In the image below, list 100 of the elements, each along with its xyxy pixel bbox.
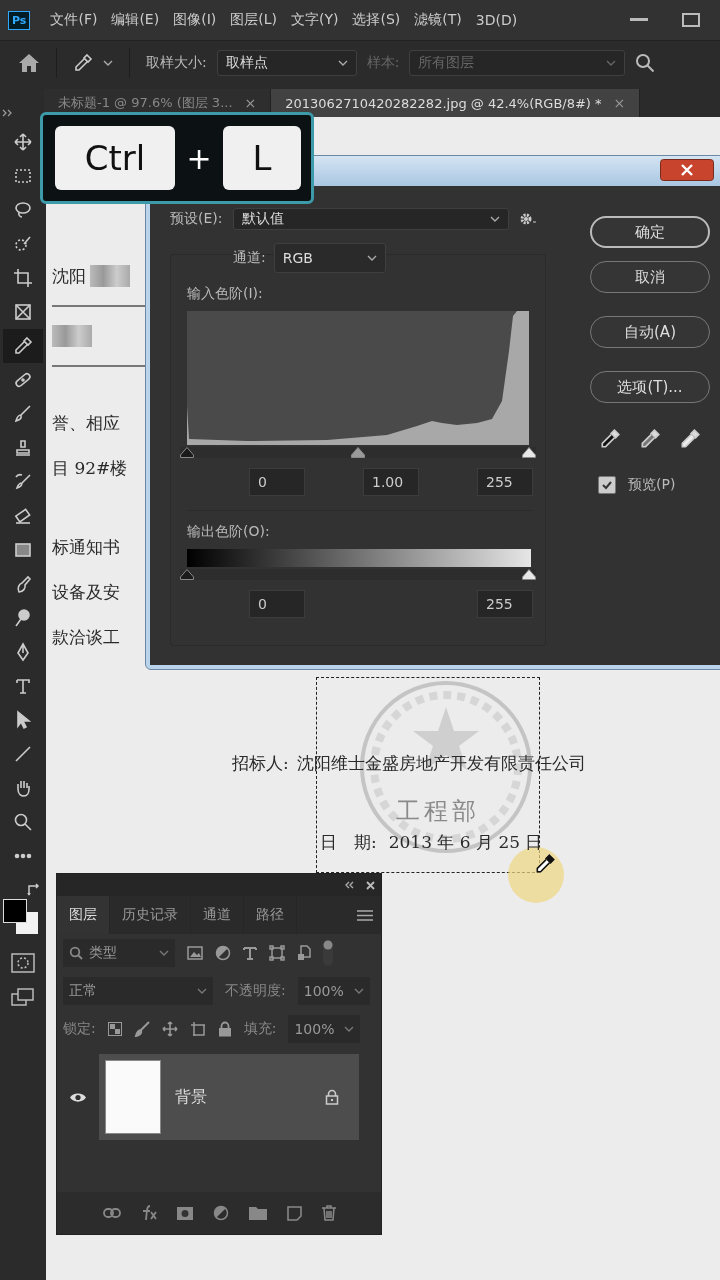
input-level-field[interactable]: 0 [249,468,305,496]
preview-checkbox[interactable] [598,476,616,494]
search-icon[interactable] [635,53,656,73]
smart-object-filter-icon[interactable] [297,945,311,961]
adjustment-icon[interactable] [212,1205,229,1221]
eye-icon[interactable] [69,1091,87,1103]
document-text: 沈阳 [52,264,86,288]
output-levels-label: 输出色阶(O): [187,523,271,541]
preset-label: 预设(E): [170,210,223,228]
date-value: 2013 年 6 月 25 日 [388,831,543,854]
menu-item[interactable]: 图层(L) [230,11,277,29]
eyedropper-icon[interactable] [599,428,621,450]
type-filter-icon[interactable] [243,946,257,960]
quick-mask-icon[interactable] [11,953,35,973]
checkmark-icon [601,479,613,491]
collapse-icon[interactable] [2,109,14,117]
shape-filter-icon[interactable] [269,945,285,961]
caret-icon[interactable] [103,60,113,66]
dialog-button[interactable]: 自动(A) [590,316,710,348]
collapse-icon[interactable] [344,881,354,889]
caret-icon [353,988,364,994]
brush-lock-icon[interactable] [133,1021,150,1037]
layer-row[interactable]: 背景 [99,1054,359,1140]
input-level-field[interactable]: 255 [477,468,533,496]
output-level-field[interactable]: 255 [477,590,533,618]
eyedropper-icon[interactable] [73,53,93,73]
eyedropper-icon[interactable] [639,428,661,450]
checker-lock-icon[interactable] [107,1022,122,1036]
slider-handle[interactable] [180,447,194,458]
close-icon[interactable] [366,880,375,890]
opacity-label: 不透明度: [225,982,286,1000]
panel-tab[interactable]: 路径 [244,896,297,934]
move-lock-icon[interactable] [161,1021,178,1037]
input-levels-label: 输入色阶(I): [187,285,264,303]
menu-item[interactable]: 选择(S) [352,11,401,29]
slider-handle[interactable] [522,447,536,458]
preset-select[interactable]: 默认值 [232,208,509,230]
output-level-field[interactable]: 0 [249,590,305,618]
caret-icon [489,216,500,222]
folder-icon[interactable] [248,1206,267,1220]
menu-item[interactable]: 3D(D) [475,12,518,28]
caret-icon [606,60,617,66]
filter-toggle-icon[interactable] [323,940,333,966]
panel-tab[interactable]: 图层 [57,896,110,934]
redaction-block [90,265,130,287]
dialog-button[interactable]: 确定 [590,216,710,248]
signer-label: 招标人: [232,752,289,775]
artboard-lock-icon[interactable] [189,1021,206,1037]
lock-icon[interactable] [325,1089,339,1105]
menu-item[interactable]: 图像(I) [173,11,217,29]
panel-tab[interactable]: 通道 [191,896,244,934]
sample-size-select[interactable]: 取样点 [216,50,357,76]
search-icon [69,946,83,960]
menu-icon[interactable] [357,909,373,921]
keycap: L [223,126,301,190]
image-filter-icon[interactable] [187,946,203,960]
trash-icon[interactable] [321,1205,336,1221]
dialog-button[interactable]: 选项(T)... [590,371,710,403]
menu-item[interactable]: 滤镜(T) [414,11,462,29]
plus-sign: + [185,140,213,176]
eyedropper-icon[interactable] [3,329,43,363]
caret-icon [197,988,207,994]
close-icon[interactable] [660,159,714,181]
lock-label: 锁定: [63,1020,96,1038]
menu-item[interactable]: 编辑(E) [111,11,160,29]
dialog-button[interactable]: 取消 [590,261,710,293]
home-icon[interactable] [18,53,40,73]
color-swatches-icon[interactable] [3,899,39,935]
slider-handle[interactable] [180,569,194,580]
filter-select[interactable]: 类型 [63,939,175,967]
menu-item[interactable]: 文件(F) [50,11,98,29]
input-level-field[interactable]: 1.00 [363,468,419,496]
menu-item[interactable]: 文字(Y) [291,11,339,29]
fill-field[interactable]: 100% [288,1015,361,1043]
channel-select[interactable]: RGB [273,243,386,273]
gear-icon[interactable] [518,212,537,226]
sample-size-label: 取样大小: [146,54,207,72]
seal-text: 工程部 [396,797,480,825]
opacity-field[interactable]: 100% [297,977,370,1005]
new-layer-icon[interactable] [286,1205,302,1221]
slider-handle[interactable] [522,569,536,580]
layer-name: 背景 [175,1086,208,1108]
slider-handle[interactable] [351,447,365,458]
eyedropper-icon[interactable] [679,428,701,450]
mask-icon[interactable] [176,1206,193,1220]
app-logo[interactable]: Ps [8,10,31,30]
blend-mode-select[interactable]: 正常 [63,977,213,1005]
panel-tab[interactable]: 历史记录 [110,896,191,934]
document-text: 款洽谈工 [52,626,120,649]
link-icon[interactable] [102,1208,121,1218]
adjustment-filter-icon[interactable] [215,945,231,961]
caret-icon [159,950,169,956]
lock-icon[interactable] [217,1021,232,1037]
minimize-icon[interactable] [630,18,648,22]
document-tab[interactable]: 2013062710420282282.jpg @ 42.4%(RGB/8#) * × [271,89,641,117]
screen-mode-icon[interactable] [11,987,35,1007]
maximize-icon[interactable] [682,13,700,27]
caret-icon [344,1026,355,1032]
effects-icon[interactable] [140,1205,157,1221]
swap-colors-icon[interactable] [27,883,41,897]
